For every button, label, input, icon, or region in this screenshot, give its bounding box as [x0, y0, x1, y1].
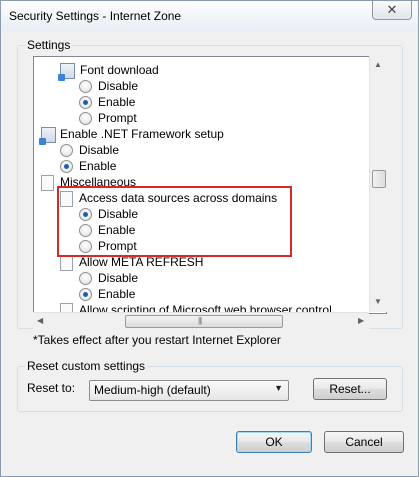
radio-button[interactable] — [79, 112, 92, 125]
settings-category-icon — [58, 63, 75, 81]
radio-button[interactable] — [79, 272, 92, 285]
scroll-up-arrow-icon[interactable]: ▲ — [374, 60, 382, 69]
reset-to-label: Reset to: — [27, 381, 76, 395]
radio-label: Enable — [98, 95, 136, 109]
radio-label: Prompt — [98, 239, 137, 253]
vertical-scroll-thumb[interactable] — [372, 170, 386, 188]
radio-button-selected[interactable] — [79, 208, 92, 221]
radio-label: Enable — [79, 159, 117, 173]
radio-label: Disable — [98, 79, 139, 93]
radio-button[interactable] — [79, 80, 92, 93]
radio-button-selected[interactable] — [60, 160, 73, 173]
scroll-grip-icon: ||| — [198, 316, 202, 325]
cancel-button[interactable]: Cancel — [324, 431, 404, 453]
radio-button[interactable] — [79, 224, 92, 237]
radio-label: Disable — [98, 207, 139, 221]
scroll-left-arrow-icon[interactable]: ◀ — [37, 316, 43, 325]
radio-label: Prompt — [98, 111, 137, 125]
radio-label: Disable — [79, 143, 120, 157]
scroll-right-arrow-icon[interactable]: ▶ — [358, 316, 364, 325]
scroll-down-arrow-icon[interactable]: ▼ — [374, 297, 382, 306]
dropdown-selected-value: Medium-high (default) — [94, 383, 211, 397]
settings-category-icon — [39, 127, 56, 145]
horizontal-scrollbar[interactable]: ◀ ||| ▶ — [33, 312, 369, 329]
settings-tree-list[interactable]: Font download Disable Enable Prompt Enab… — [33, 56, 387, 314]
horizontal-scroll-thumb[interactable]: ||| — [125, 315, 283, 328]
ok-button[interactable]: OK — [236, 431, 312, 453]
settings-group-label: Settings — [25, 38, 73, 52]
close-button[interactable]: ✕ — [372, 1, 412, 20]
radio-button-selected[interactable] — [79, 288, 92, 301]
reset-group-label: Reset custom settings — [25, 359, 148, 373]
reset-level-dropdown[interactable]: Medium-high (default) ▼ — [89, 380, 289, 401]
list-item-label: Access data sources across domains — [79, 191, 278, 205]
window-title: Security Settings - Internet Zone — [9, 9, 182, 23]
chevron-down-icon: ▼ — [274, 383, 283, 393]
radio-label: Disable — [98, 271, 139, 285]
radio-label: Enable — [98, 223, 136, 237]
list-item-label: Allow META REFRESH — [79, 255, 204, 269]
vertical-scrollbar[interactable]: ▲ ▼ — [369, 56, 387, 312]
radio-button[interactable] — [79, 240, 92, 253]
radio-label: Enable — [98, 287, 136, 301]
page-icon — [60, 191, 73, 207]
radio-button-selected[interactable] — [79, 96, 92, 109]
restart-note: *Takes effect after you restart Internet… — [33, 333, 281, 347]
reset-button[interactable]: Reset... — [313, 378, 387, 400]
title-bar: Security Settings - Internet Zone ✕ — [1, 1, 418, 31]
radio-button[interactable] — [60, 144, 73, 157]
list-item-label: Miscellaneous — [60, 175, 137, 189]
page-icon — [41, 175, 54, 191]
list-item-label: Enable .NET Framework setup — [60, 127, 224, 141]
page-icon — [60, 255, 73, 271]
list-item-label: Font download — [80, 63, 159, 77]
